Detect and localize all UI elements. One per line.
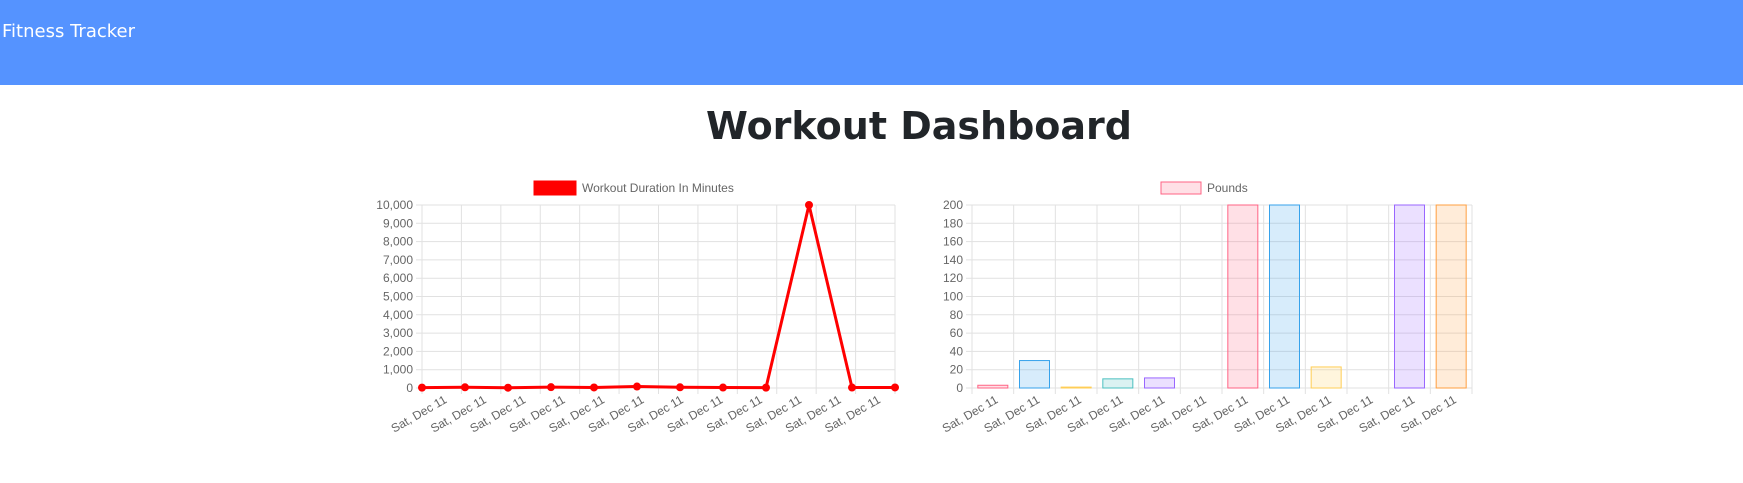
bar — [1269, 204, 1300, 389]
y-tick-label: 20 — [950, 363, 964, 377]
y-tick-label: 40 — [950, 344, 964, 358]
bar — [1394, 204, 1425, 389]
y-tick-label: 0 — [956, 381, 963, 395]
y-tick-label: 60 — [950, 326, 964, 340]
y-tick-label: 140 — [943, 253, 963, 267]
y-tick-label: 80 — [950, 308, 964, 322]
legend-swatch — [1160, 181, 1202, 195]
y-tick-label: 200 — [943, 198, 963, 212]
y-tick-label: 160 — [943, 235, 963, 249]
bar — [1144, 377, 1175, 389]
bar — [1310, 366, 1342, 389]
pounds-chart: 020406080100120140160180200Sat, Dec 11Sa… — [940, 181, 1473, 436]
y-tick-label: 180 — [943, 216, 963, 230]
bar — [1227, 204, 1259, 389]
bar — [1019, 360, 1050, 389]
bar — [1435, 204, 1467, 389]
y-tick-label: 120 — [943, 271, 963, 285]
bar — [1102, 378, 1134, 389]
y-tick-label: 100 — [943, 290, 963, 304]
bar — [977, 384, 1009, 389]
legend-label: Pounds — [1207, 181, 1248, 195]
axes: 020406080100120140160180200Sat, Dec 11Sa… — [940, 198, 1473, 436]
legend: Pounds — [1160, 181, 1248, 195]
bar — [1060, 386, 1092, 389]
